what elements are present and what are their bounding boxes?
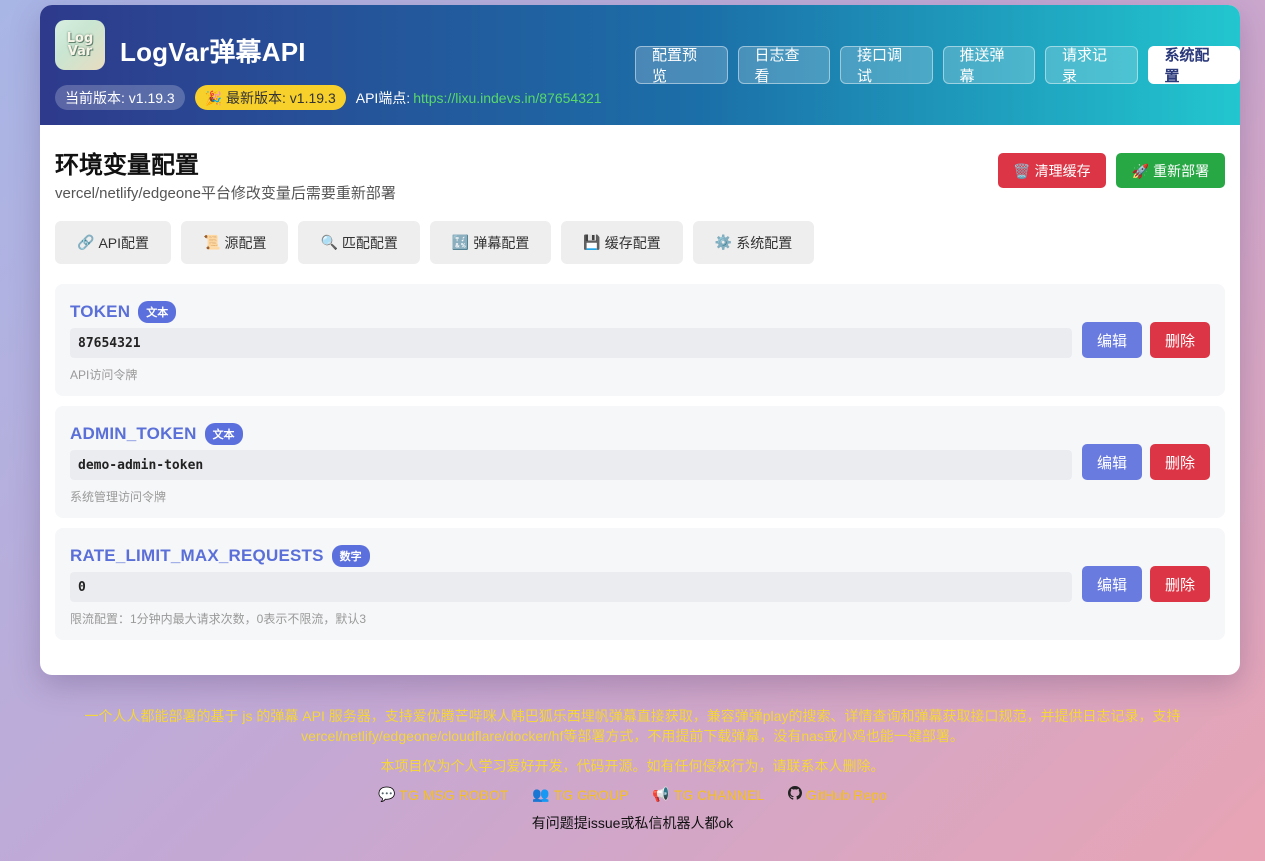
clear-cache-button[interactable]: 🗑️ 清理缓存: [998, 153, 1106, 188]
page-subtitle: vercel/netlify/edgeone平台修改变量后需要重新部署: [55, 185, 396, 202]
nav-logs-button[interactable]: 日志查看: [737, 46, 830, 85]
page-footer: 一个人人都能部署的基于 js 的弹幕 API 服务器，支持爱优腾芒哔咪人韩巴狐乐…: [0, 706, 1265, 833]
env-variable-item: RATE_LIMIT_MAX_REQUESTS 数字 0 限流配置：1分钟内最大…: [55, 528, 1225, 640]
tab-danmaku-config[interactable]: 🔣 弹幕配置: [429, 221, 552, 264]
nav-request-log-button[interactable]: 请求记录: [1045, 46, 1138, 85]
tab-source-config[interactable]: 📜 源配置: [181, 221, 289, 264]
footer-description: 一个人人都能部署的基于 js 的弹幕 API 服务器，支持爱优腾芒哔咪人韩巴狐乐…: [84, 708, 1181, 744]
link-label: TG MSG ROBOT: [399, 786, 509, 803]
variable-value: demo-admin-token: [70, 450, 1072, 480]
github-icon: [788, 786, 803, 803]
footer-help: 有问题提issue或私信机器人都ok: [531, 815, 734, 831]
tab-match-config[interactable]: 🔍 匹配配置: [298, 221, 420, 264]
footer-disclaimer: 本项目仅为个人学习爱好开发，代码开源。如有任何侵权行为，请联系本人删除。: [380, 758, 885, 774]
tab-label: 源配置: [224, 234, 267, 251]
variable-value: 0: [70, 572, 1072, 602]
link-label: TG CHANNEL: [673, 786, 765, 803]
nav-system-config-button[interactable]: 系统配置: [1147, 46, 1240, 85]
current-version-badge: 当前版本: v1.19.3: [55, 85, 185, 110]
tg-robot-link[interactable]: 💬 TG MSG ROBOT: [378, 786, 508, 803]
api-endpoint-url[interactable]: https://lixu.indevs.in/87654321: [413, 90, 601, 106]
link-label: GitHub Repo: [806, 786, 888, 803]
edit-button[interactable]: 编辑: [1082, 322, 1142, 358]
github-repo-link[interactable]: GitHub Repo: [788, 786, 887, 803]
search-icon: 🔍: [320, 234, 338, 250]
app-header: Log Var LogVar弹幕API 当前版本: v1.19.3 🎉 最新版本:…: [40, 5, 1240, 125]
tab-label: 匹配配置: [341, 234, 398, 251]
scroll-icon: 📜: [203, 234, 221, 250]
variable-key: ADMIN_TOKEN: [70, 424, 197, 443]
variable-key: TOKEN: [70, 302, 131, 321]
link-label: TG GROUP: [553, 786, 629, 803]
variable-type-badge: 文本: [138, 301, 177, 323]
version-row: 当前版本: v1.19.3 🎉 最新版本: v1.19.3 API端点: htt…: [55, 85, 602, 110]
config-tabs: 🔗 API配置 📜 源配置 🔍 匹配配置 🔣 弹幕配置 💾 缓存配置 ⚙️ 系统…: [55, 221, 824, 264]
app-title: LogVar弹幕API: [120, 37, 306, 67]
tab-system-config[interactable]: ⚙️ 系统配置: [692, 221, 815, 264]
variable-description: 限流配置：1分钟内最大请求次数，0表示不限流，默认3: [70, 612, 367, 626]
variable-type-badge: 数字: [331, 545, 370, 567]
env-variable-item: ADMIN_TOKEN 文本 demo-admin-token 系统管理访问令牌…: [55, 406, 1225, 518]
variable-description: API访问令牌: [70, 368, 138, 382]
variable-header: ADMIN_TOKEN 文本: [70, 423, 243, 445]
top-nav: 配置预览 日志查看 接口调试 推送弹幕 请求记录 系统配置: [635, 46, 1240, 85]
main-card: Log Var LogVar弹幕API 当前版本: v1.19.3 🎉 最新版本:…: [40, 5, 1240, 675]
edit-button[interactable]: 编辑: [1082, 444, 1142, 480]
tab-label: API配置: [98, 234, 150, 251]
footer-links: 💬 TG MSG ROBOT 👥 TG GROUP 📢 TG CHANNEL G…: [0, 786, 1265, 803]
variable-header: RATE_LIMIT_MAX_REQUESTS 数字: [70, 545, 370, 567]
nav-api-debug-button[interactable]: 接口调试: [840, 46, 933, 85]
tg-channel-link[interactable]: 📢 TG CHANNEL: [652, 786, 764, 803]
link-icon: 🔗: [77, 234, 95, 250]
tab-label: 缓存配置: [604, 234, 661, 251]
tab-cache-config[interactable]: 💾 缓存配置: [561, 221, 683, 264]
users-icon: 👥: [532, 786, 550, 802]
tab-label: 系统配置: [736, 234, 793, 251]
symbols-icon: 🔣: [451, 234, 470, 250]
variable-type-badge: 文本: [204, 423, 243, 445]
gear-icon: ⚙️: [714, 234, 733, 250]
latest-version-badge: 🎉 最新版本: v1.19.3: [194, 85, 346, 110]
delete-button[interactable]: 删除: [1150, 444, 1210, 480]
nav-push-danmaku-button[interactable]: 推送弹幕: [942, 46, 1035, 85]
floppy-disk-icon: 💾: [583, 234, 601, 250]
tg-group-link[interactable]: 👥 TG GROUP: [532, 786, 628, 803]
delete-button[interactable]: 删除: [1150, 322, 1210, 358]
variable-value: 87654321: [70, 328, 1072, 358]
api-endpoint-label: API端点:: [355, 89, 411, 106]
app-logo: Log Var: [55, 20, 105, 70]
edit-button[interactable]: 编辑: [1082, 566, 1142, 602]
env-variable-item: TOKEN 文本 87654321 API访问令牌 编辑 删除: [55, 284, 1225, 396]
page-title: 环境变量配置: [55, 152, 199, 179]
env-variable-list: TOKEN 文本 87654321 API访问令牌 编辑 删除 ADMIN_TO…: [55, 284, 1225, 650]
megaphone-icon: 📢: [652, 786, 670, 802]
tab-label: 弹幕配置: [473, 234, 530, 251]
redeploy-button[interactable]: 🚀 重新部署: [1116, 153, 1225, 188]
variable-description: 系统管理访问令牌: [70, 490, 167, 504]
nav-config-preview-button[interactable]: 配置预览: [635, 46, 728, 85]
variable-header: TOKEN 文本: [70, 301, 177, 323]
tab-api-config[interactable]: 🔗 API配置: [55, 221, 172, 264]
variable-key: RATE_LIMIT_MAX_REQUESTS: [70, 546, 324, 565]
delete-button[interactable]: 删除: [1150, 566, 1210, 602]
speech-bubble-icon: 💬: [377, 786, 396, 802]
